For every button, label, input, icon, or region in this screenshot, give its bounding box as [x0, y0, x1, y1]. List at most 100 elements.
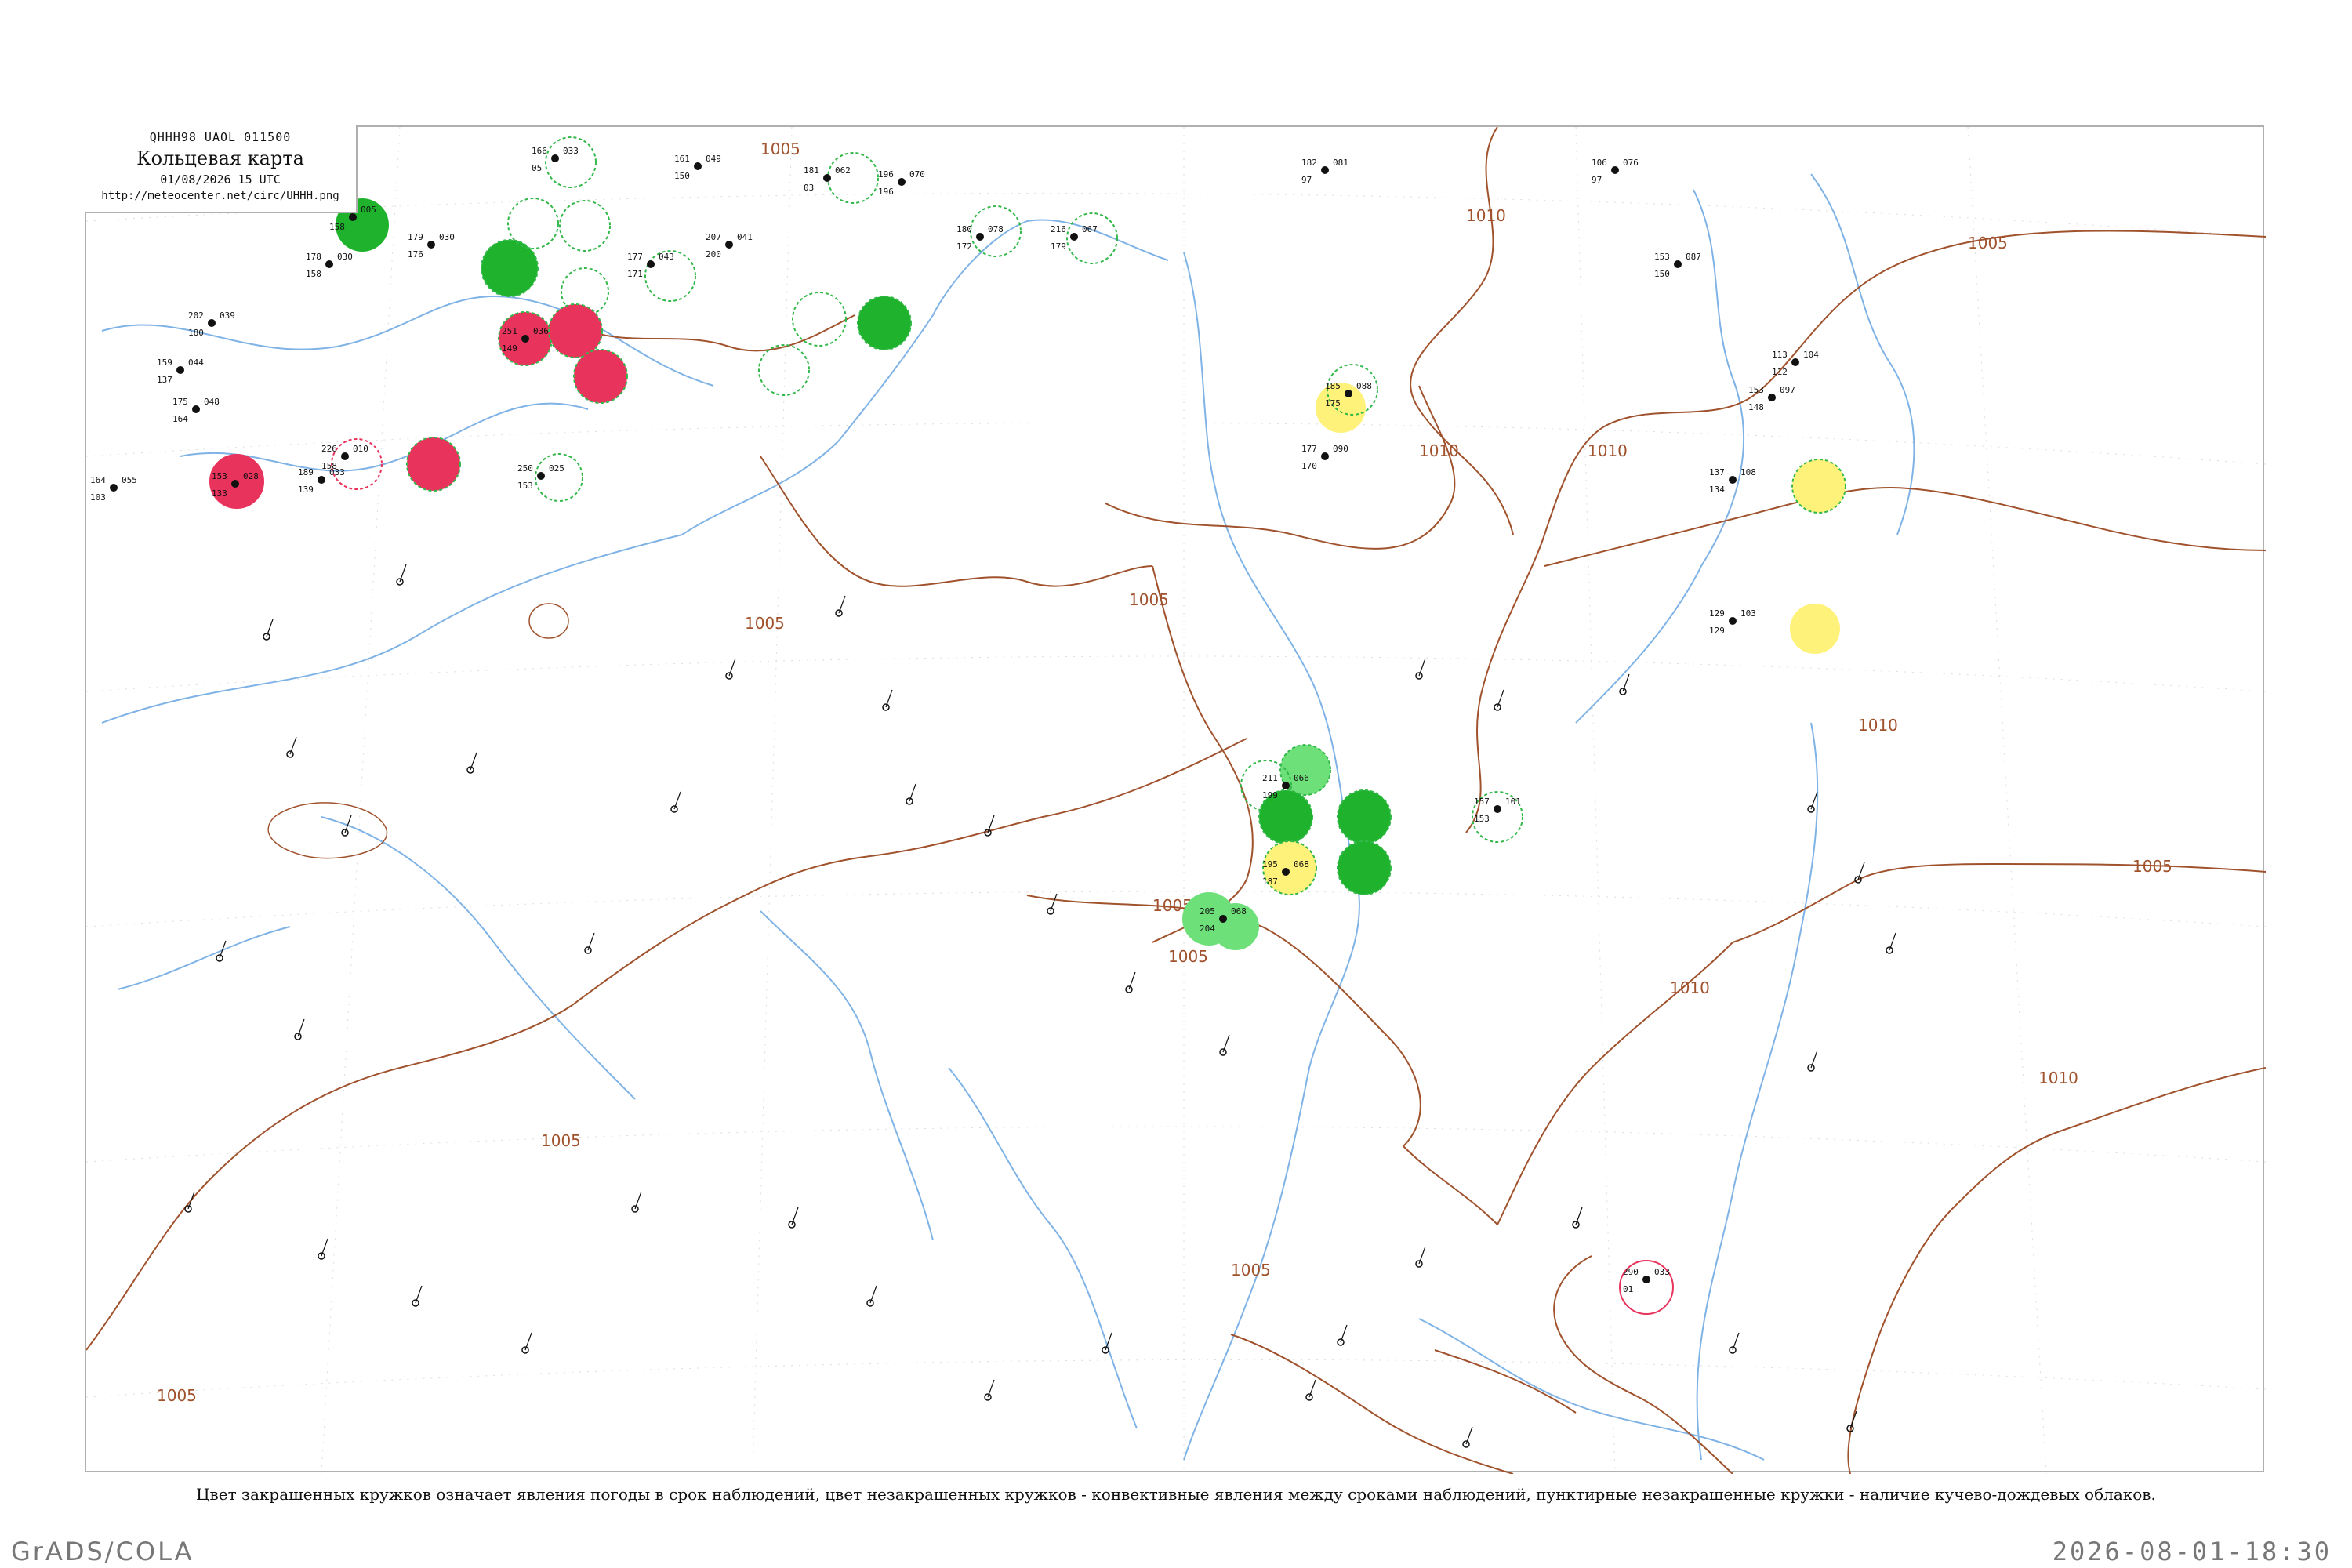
isobar-label: 1005: [745, 614, 785, 633]
station-marker: [551, 154, 559, 162]
fog-circle: [1791, 459, 1846, 514]
station-marker: [318, 476, 325, 484]
station-marker: [521, 335, 529, 343]
isobars: [86, 127, 2266, 1474]
wind-barb: [1732, 1332, 1740, 1351]
cb-circle: [559, 200, 611, 252]
isobar-label: 1010: [1670, 978, 1710, 997]
station-plot: 137 108 134: [1709, 467, 1756, 495]
station-plot: 216 067 179: [1051, 224, 1098, 252]
station-pressure: 067: [1082, 224, 1098, 234]
wind-barb: [289, 736, 297, 755]
station-pressure: 068: [1231, 906, 1247, 916]
station-plot: 129 103 129: [1709, 608, 1756, 636]
station-plot: 290 033 01: [1623, 1267, 1670, 1294]
station-dewpoint: 153: [1474, 814, 1490, 824]
station-plot: 159 044 137: [157, 358, 204, 385]
station-temp: 164: [90, 475, 106, 485]
isobar-label: 1005: [541, 1131, 581, 1150]
wind-barb: [415, 1285, 423, 1304]
station-pressure: 049: [706, 154, 721, 164]
station-pressure: 068: [1294, 859, 1309, 869]
wind-barb: [1810, 1050, 1818, 1069]
legend-caption: Цвет закрашенных кружков означает явлени…: [196, 1485, 2156, 1504]
phenomena-circles: [209, 136, 1846, 1315]
station-pressure: 041: [737, 232, 753, 242]
station-plot: 250 025 153: [517, 463, 564, 491]
station-temp: 226: [321, 444, 337, 454]
station-pressure: 044: [188, 358, 204, 368]
station-pressure: 070: [909, 169, 925, 180]
station-pressure: 078: [988, 224, 1004, 234]
station-pressure: 033: [329, 467, 345, 477]
station-temp: 181: [804, 165, 819, 176]
wind-barb: [838, 595, 846, 614]
station-pressure: 043: [659, 252, 674, 262]
wind-barb: [1622, 673, 1630, 692]
cb-circle: [827, 152, 879, 204]
station-temp: 177: [1301, 444, 1317, 454]
wind-barb: [869, 1285, 877, 1304]
isobar-label: 1005: [760, 140, 800, 158]
station-dewpoint: 158: [306, 269, 321, 279]
map-header: QHHH98 UAOL 011500 Кольцевая карта 01/08…: [85, 125, 358, 213]
cb-circle: [545, 136, 597, 188]
station-plot: 179 030 176: [408, 232, 455, 260]
isobar-label: 1010: [1466, 206, 1506, 225]
station-pressure: 088: [1356, 381, 1372, 391]
rain-circle: [548, 303, 603, 358]
wind-barb: [728, 658, 736, 677]
station-temp: 196: [878, 169, 894, 180]
station-temp: 202: [188, 310, 204, 321]
station-dewpoint: 97: [1301, 175, 1312, 185]
station-pressure: 101: [1505, 797, 1521, 807]
station-marker: [1768, 394, 1776, 401]
station-dewpoint: 103: [90, 492, 106, 503]
wind-barb: [1889, 932, 1896, 951]
wind-barb: [885, 689, 893, 708]
station-temp: 207: [706, 232, 721, 242]
station-plot: 175 048 164: [172, 397, 220, 424]
rain-circle: [573, 349, 628, 404]
station-dewpoint: 172: [956, 241, 972, 252]
station-dewpoint: 133: [212, 488, 227, 499]
station-temp: 159: [157, 358, 172, 368]
station-marker: [725, 241, 733, 249]
station-pressure: 087: [1686, 252, 1701, 262]
wind-barb: [1418, 1246, 1426, 1265]
station-dewpoint: 199: [1262, 790, 1278, 800]
station-marker: [176, 366, 184, 374]
station-dewpoint: 139: [298, 485, 314, 495]
station-pressure: 033: [1654, 1267, 1670, 1277]
station-pressure: 066: [1294, 773, 1309, 783]
station-temp: 113: [1772, 350, 1788, 360]
station-marker: [1282, 782, 1290, 789]
station-temp: 129: [1709, 608, 1725, 619]
station-marker: [976, 233, 984, 241]
wind-barb: [791, 1207, 799, 1225]
station-temp: 157: [1474, 797, 1490, 807]
wind-barb: [587, 932, 595, 951]
station-plot: 196 070 196: [878, 169, 925, 197]
station-marker: [823, 174, 831, 182]
station-plot: 177 090 170: [1301, 444, 1348, 471]
station-pressure: 005: [361, 205, 376, 215]
thunder-circle: [481, 239, 539, 297]
isobar-label: 1005: [1168, 947, 1208, 966]
station-pressure: 028: [243, 471, 259, 481]
wind-barb: [634, 1191, 642, 1210]
station-dewpoint: 01: [1623, 1284, 1633, 1294]
station-pressure: 062: [835, 165, 851, 176]
thunder-circle: [1337, 789, 1392, 844]
station-plot: 182 081 97: [1301, 158, 1348, 185]
wind-barb: [1575, 1207, 1583, 1225]
station-pressure: 010: [353, 444, 368, 454]
station-dewpoint: 150: [674, 171, 690, 181]
station-marker: [110, 484, 118, 492]
station-plot: 166 033 05: [532, 146, 579, 173]
station-plot: 161 049 150: [674, 154, 721, 181]
station-dewpoint: 200: [706, 249, 721, 260]
station-pressure: 030: [337, 252, 353, 262]
station-marker: [1611, 166, 1619, 174]
station-pressure: 048: [204, 397, 220, 407]
